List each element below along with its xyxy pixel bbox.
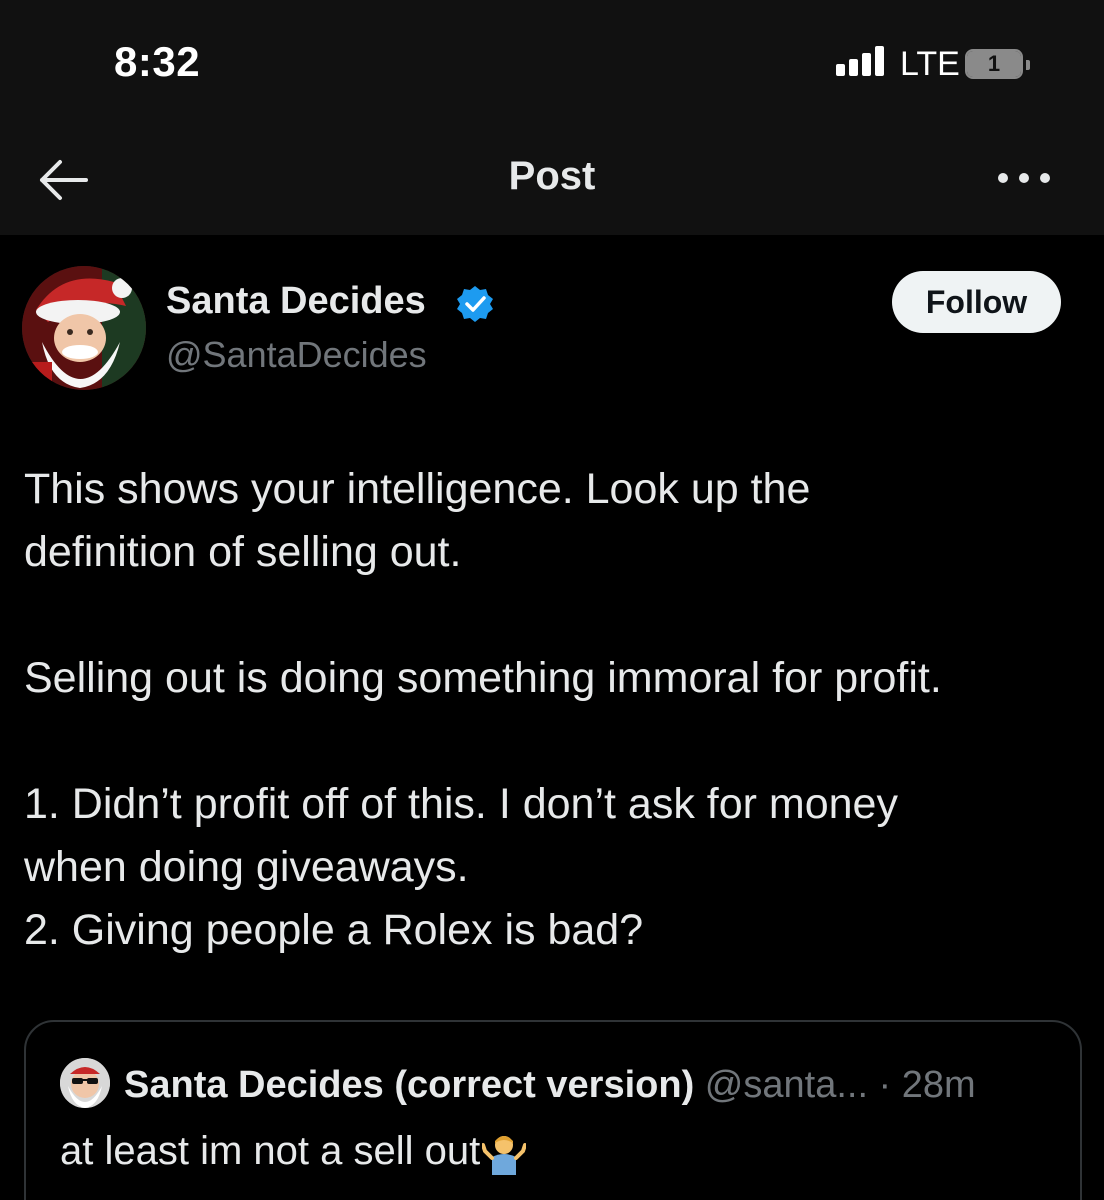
status-time: 8:32 <box>114 38 201 85</box>
post-line: definition of selling out. <box>24 528 462 576</box>
quoted-post[interactable]: Santa Decides (correct version) @santa..… <box>24 1020 1082 1200</box>
author-handle[interactable]: @SantaDecides <box>166 334 427 376</box>
battery-percent: 1 <box>987 51 1001 76</box>
post-screen: 8:32 LTE 1 Post Santa Decides @SantaDeci… <box>0 0 1104 1200</box>
post-line <box>24 584 1084 647</box>
quote-text: at least im not a sell out <box>60 1129 481 1173</box>
verified-badge-icon <box>457 286 493 322</box>
post-line <box>24 710 1084 773</box>
post-line: 2. Giving people a Rolex is bad? <box>24 906 644 954</box>
quote-handle-time: @santa... · 28m <box>704 1064 976 1106</box>
battery-icon: 1 <box>965 49 1023 79</box>
post-line: when doing giveaways. <box>24 843 469 891</box>
follow-button[interactable]: Follow <box>892 271 1061 333</box>
post-line: Selling out is doing something immoral f… <box>24 654 942 702</box>
author-avatar[interactable] <box>22 266 146 390</box>
quote-text-row: at least im not a sell out <box>60 1126 527 1176</box>
quote-author-name: Santa Decides (correct version) <box>124 1064 695 1106</box>
quote-header: Santa Decides (correct version) @santa..… <box>124 1062 976 1108</box>
santa-sunglasses-avatar-icon <box>60 1058 110 1108</box>
page-title: Post <box>508 154 596 198</box>
person-shrugging-icon <box>482 1136 527 1176</box>
top-bar: 8:32 LTE 1 Post <box>0 0 1104 235</box>
more-options-button[interactable] <box>994 166 1054 190</box>
author-name[interactable]: Santa Decides <box>166 280 426 323</box>
network-label: LTE <box>900 45 960 83</box>
more-horizontal-icon <box>998 173 1050 183</box>
post-line: 1. Didn’t profit off of this. I don’t as… <box>24 780 898 828</box>
santa-avatar-icon <box>22 266 146 390</box>
battery-tip <box>1026 60 1030 70</box>
signal-icon <box>836 44 888 76</box>
post-line: This shows your intelligence. Look up th… <box>24 465 811 513</box>
post-text: This shows your intelligence. Look up th… <box>24 458 1084 962</box>
quote-author-avatar <box>60 1058 110 1108</box>
